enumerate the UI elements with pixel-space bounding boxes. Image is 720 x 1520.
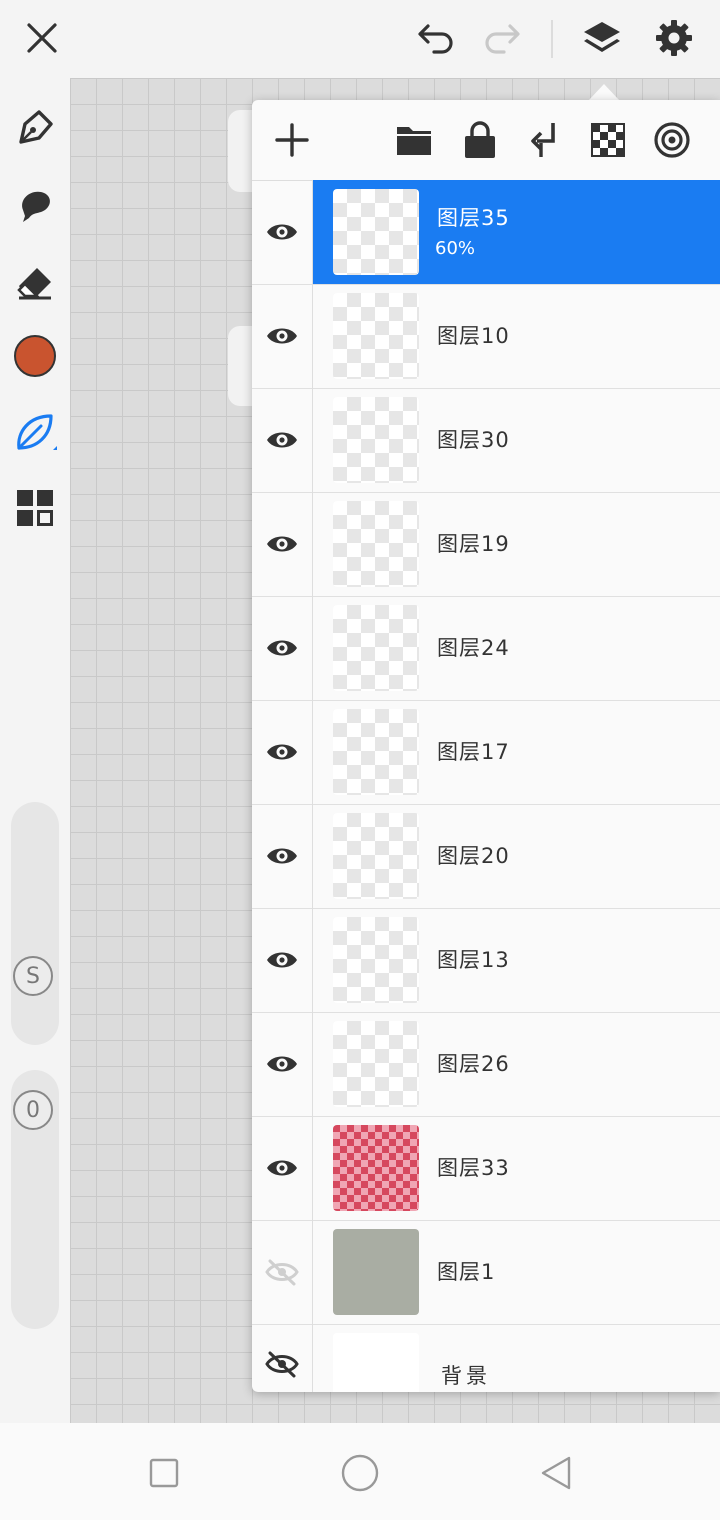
layer-row-body[interactable]: 图层13 bbox=[313, 908, 720, 1012]
layer-row-body[interactable]: 图层24 bbox=[313, 596, 720, 700]
lock-icon[interactable] bbox=[456, 116, 504, 164]
eraser-icon[interactable] bbox=[10, 257, 60, 307]
eye-hidden-icon[interactable] bbox=[252, 1324, 313, 1392]
layer-thumbnail bbox=[333, 917, 419, 1003]
eye-icon[interactable] bbox=[252, 908, 313, 1012]
layer-name: 图层24 bbox=[437, 636, 510, 660]
layer-thumbnail bbox=[333, 1021, 419, 1107]
layer-row[interactable]: 图层1 bbox=[252, 1220, 720, 1325]
redo-icon[interactable] bbox=[478, 14, 526, 62]
layer-row-body[interactable]: 图层17 bbox=[313, 700, 720, 804]
layers-icon[interactable] bbox=[578, 14, 626, 62]
layer-row-body[interactable]: 图层26 bbox=[313, 1012, 720, 1116]
transparency-icon[interactable] bbox=[584, 116, 632, 164]
eye-hidden-icon[interactable] bbox=[252, 1220, 313, 1324]
layer-row-body[interactable]: 图层20 bbox=[313, 804, 720, 908]
recents-square-icon[interactable] bbox=[142, 1451, 186, 1495]
layer-row-body[interactable]: 图层35 60% bbox=[313, 180, 720, 284]
layer-row[interactable]: 图层26 bbox=[252, 1012, 720, 1117]
layer-name: 背景 bbox=[441, 1364, 491, 1388]
layer-row[interactable]: 图层33 bbox=[252, 1116, 720, 1221]
layer-opacity: 60% bbox=[435, 238, 476, 259]
layer-row[interactable]: 图层30 bbox=[252, 388, 720, 493]
eye-icon[interactable] bbox=[252, 700, 313, 804]
layer-row[interactable]: 图层24 bbox=[252, 596, 720, 701]
layer-row-body[interactable]: 图层19 bbox=[313, 492, 720, 596]
layer-thumbnail bbox=[333, 709, 419, 795]
layer-row-body[interactable]: 背景 bbox=[313, 1324, 720, 1392]
gear-icon[interactable] bbox=[650, 14, 698, 62]
layers-panel: 图层35 60% 图层10 图层30 图层19 图层24 图层17 图层20 图层13 图层26 图… bbox=[252, 100, 720, 1392]
eye-icon[interactable] bbox=[252, 492, 313, 596]
layer-row-body[interactable]: 图层1 bbox=[313, 1220, 720, 1324]
smudge-icon[interactable] bbox=[10, 181, 60, 231]
top-bar bbox=[0, 0, 720, 78]
layer-row[interactable]: 图层19 bbox=[252, 492, 720, 597]
layer-row-body[interactable]: 图层10 bbox=[313, 284, 720, 388]
layer-name: 图层17 bbox=[437, 740, 510, 764]
layer-name: 图层1 bbox=[437, 1260, 496, 1284]
layer-name: 图层13 bbox=[437, 948, 510, 972]
layer-name: 图层20 bbox=[437, 844, 510, 868]
eye-icon[interactable] bbox=[252, 1116, 313, 1220]
layer-row[interactable]: 图层35 60% bbox=[252, 180, 720, 285]
opacity-slider-label: 0 bbox=[26, 1097, 40, 1123]
layer-name: 图层35 bbox=[437, 206, 510, 230]
eye-icon[interactable] bbox=[252, 1012, 313, 1116]
size-slider-label: S bbox=[26, 963, 40, 989]
layer-row[interactable]: 图层17 bbox=[252, 700, 720, 805]
home-circle-icon[interactable] bbox=[338, 1451, 382, 1495]
layer-thumbnail bbox=[333, 1229, 419, 1315]
toolbar-divider bbox=[551, 20, 553, 58]
panel-pointer bbox=[588, 84, 620, 101]
layer-thumbnail bbox=[333, 293, 419, 379]
layer-thumbnail bbox=[333, 397, 419, 483]
layer-name: 图层26 bbox=[437, 1052, 510, 1076]
layer-name: 图层19 bbox=[437, 532, 510, 556]
brush-opacity-knob[interactable]: 0 bbox=[13, 1090, 53, 1130]
color-swatch[interactable] bbox=[10, 331, 60, 381]
layer-row[interactable]: 图层10 bbox=[252, 284, 720, 389]
layer-row[interactable]: 背景 bbox=[252, 1324, 720, 1392]
close-icon[interactable] bbox=[18, 14, 66, 62]
merge-down-icon[interactable] bbox=[520, 116, 568, 164]
layer-name: 图层33 bbox=[437, 1156, 510, 1180]
layer-name: 图层10 bbox=[437, 324, 510, 348]
leaf-brush-icon[interactable] bbox=[10, 407, 60, 457]
eye-icon[interactable] bbox=[252, 804, 313, 908]
add-icon[interactable] bbox=[268, 116, 316, 164]
back-triangle-icon[interactable] bbox=[534, 1451, 578, 1495]
layer-row[interactable]: 图层13 bbox=[252, 908, 720, 1013]
system-nav-bar bbox=[0, 1423, 720, 1520]
pen-icon[interactable] bbox=[10, 103, 60, 153]
layer-thumbnail bbox=[333, 1125, 419, 1211]
layer-thumbnail bbox=[333, 501, 419, 587]
brush-size-slider[interactable] bbox=[11, 802, 59, 1045]
blend-icon[interactable] bbox=[648, 116, 696, 164]
layer-row[interactable]: 图层20 bbox=[252, 804, 720, 909]
eye-icon[interactable] bbox=[252, 388, 313, 492]
undo-icon[interactable] bbox=[412, 14, 460, 62]
folder-icon[interactable] bbox=[390, 116, 438, 164]
brush-size-knob[interactable]: S bbox=[13, 956, 53, 996]
eye-icon[interactable] bbox=[252, 284, 313, 388]
layer-thumbnail bbox=[333, 1333, 419, 1392]
layer-row-body[interactable]: 图层30 bbox=[313, 388, 720, 492]
gallery-grid-icon[interactable] bbox=[10, 483, 60, 533]
eye-icon[interactable] bbox=[252, 180, 313, 284]
layers-toolbar bbox=[252, 100, 720, 181]
layer-thumbnail bbox=[333, 813, 419, 899]
layer-row-body[interactable]: 图层33 bbox=[313, 1116, 720, 1220]
layer-name: 图层30 bbox=[437, 428, 510, 452]
eye-icon[interactable] bbox=[252, 596, 313, 700]
layer-thumbnail bbox=[333, 605, 419, 691]
layer-thumbnail bbox=[333, 189, 419, 275]
